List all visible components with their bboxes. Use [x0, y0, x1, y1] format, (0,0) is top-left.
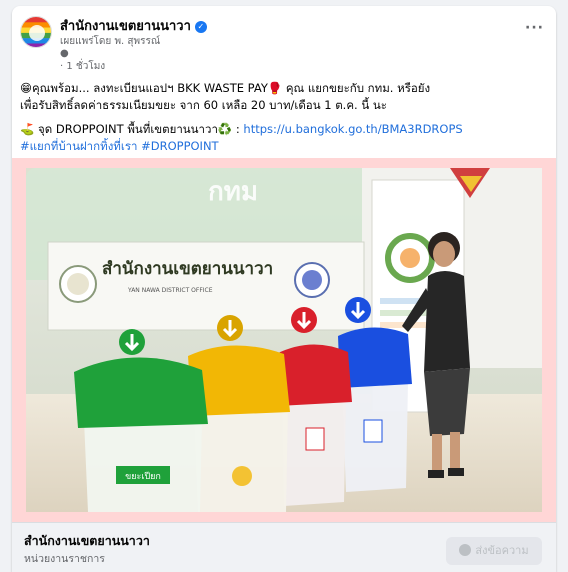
- globe-icon: ●: [60, 48, 69, 59]
- post-card: สำนักงานเขตยานนาวา ✓ เผยแพร่โดย พ. สุพรรณ…: [12, 6, 556, 572]
- body-link[interactable]: https://u.bangkok.go.th/BMA3RDROPS: [243, 122, 462, 136]
- page-footer: สำนักงานเขตยานนาวา หน่วยงานราชการ ส่งข้อ…: [12, 522, 556, 572]
- body-line-3-text: ⛳ จุด DROPPOINT พื้นที่เขตยานนาวา♻️ :: [20, 122, 244, 136]
- avatar-rainbow-logo: [21, 17, 51, 47]
- green-bin-label: ขยะเปียก: [125, 471, 161, 482]
- post-body: 😁คุณพร้อม... ลงทะเบียนแอปฯ BKK WASTE PAY…: [20, 80, 548, 154]
- banner-subtitle: YAN NAWA DISTRICT OFFICE: [127, 287, 213, 294]
- hashtags[interactable]: #แยกที่บ้านฝากทิ้งที่เรา #DROPPOINT: [20, 138, 548, 155]
- page-avatar[interactable]: [20, 16, 52, 48]
- footer-category: หน่วยงานราชการ: [24, 553, 105, 565]
- green-bin: ขยะเปียก: [74, 357, 208, 512]
- body-line-3: ⛳ จุด DROPPOINT พื้นที่เขตยานนาวา♻️ : ht…: [20, 121, 548, 138]
- more-icon[interactable]: ···: [525, 20, 544, 36]
- footer-page-name[interactable]: สำนักงานเขตยานนาวา: [24, 531, 150, 551]
- recycle-icon: [232, 466, 252, 486]
- post-time[interactable]: 1 ชั่วโมง: [66, 61, 105, 72]
- posted-by-text[interactable]: เผยแพร่โดย พ. สุพรรณ์: [60, 34, 160, 49]
- post-header: สำนักงานเขตยานนาวา ✓ เผยแพร่โดย พ. สุพรรณ…: [12, 6, 556, 72]
- send-message-button[interactable]: ส่งข้อความ: [446, 537, 542, 565]
- send-message-label: ส่งข้อความ: [475, 544, 529, 557]
- photo-scene: สำนักงานเขตยานนาวา YAN NAWA DISTRICT OFF…: [12, 158, 556, 522]
- yellow-bin: [188, 345, 290, 512]
- verified-badge-icon: ✓: [194, 21, 207, 33]
- post-meta: · 1 ชั่วโมง: [60, 59, 105, 74]
- blue-bin: [338, 327, 412, 492]
- post-photo[interactable]: สำนักงานเขตยานนาวา YAN NAWA DISTRICT OFF…: [12, 158, 556, 522]
- bma-wall-text: กทม: [208, 177, 258, 207]
- time-separator: ·: [60, 61, 64, 72]
- body-line-1: 😁คุณพร้อม... ลงทะเบียนแอปฯ BKK WASTE PAY…: [20, 81, 431, 95]
- banner-title: สำนักงานเขตยานนาวา: [102, 259, 273, 279]
- page-name-text[interactable]: สำนักงานเขตยานนาวา: [60, 19, 191, 34]
- page-name-header[interactable]: สำนักงานเขตยานนาวา ✓: [60, 15, 207, 36]
- body-line-2: เพื่อรับสิทธิ์ลดค่าธรรมเนียมขยะ จาก 60 เ…: [20, 97, 387, 112]
- messenger-icon: [459, 544, 472, 556]
